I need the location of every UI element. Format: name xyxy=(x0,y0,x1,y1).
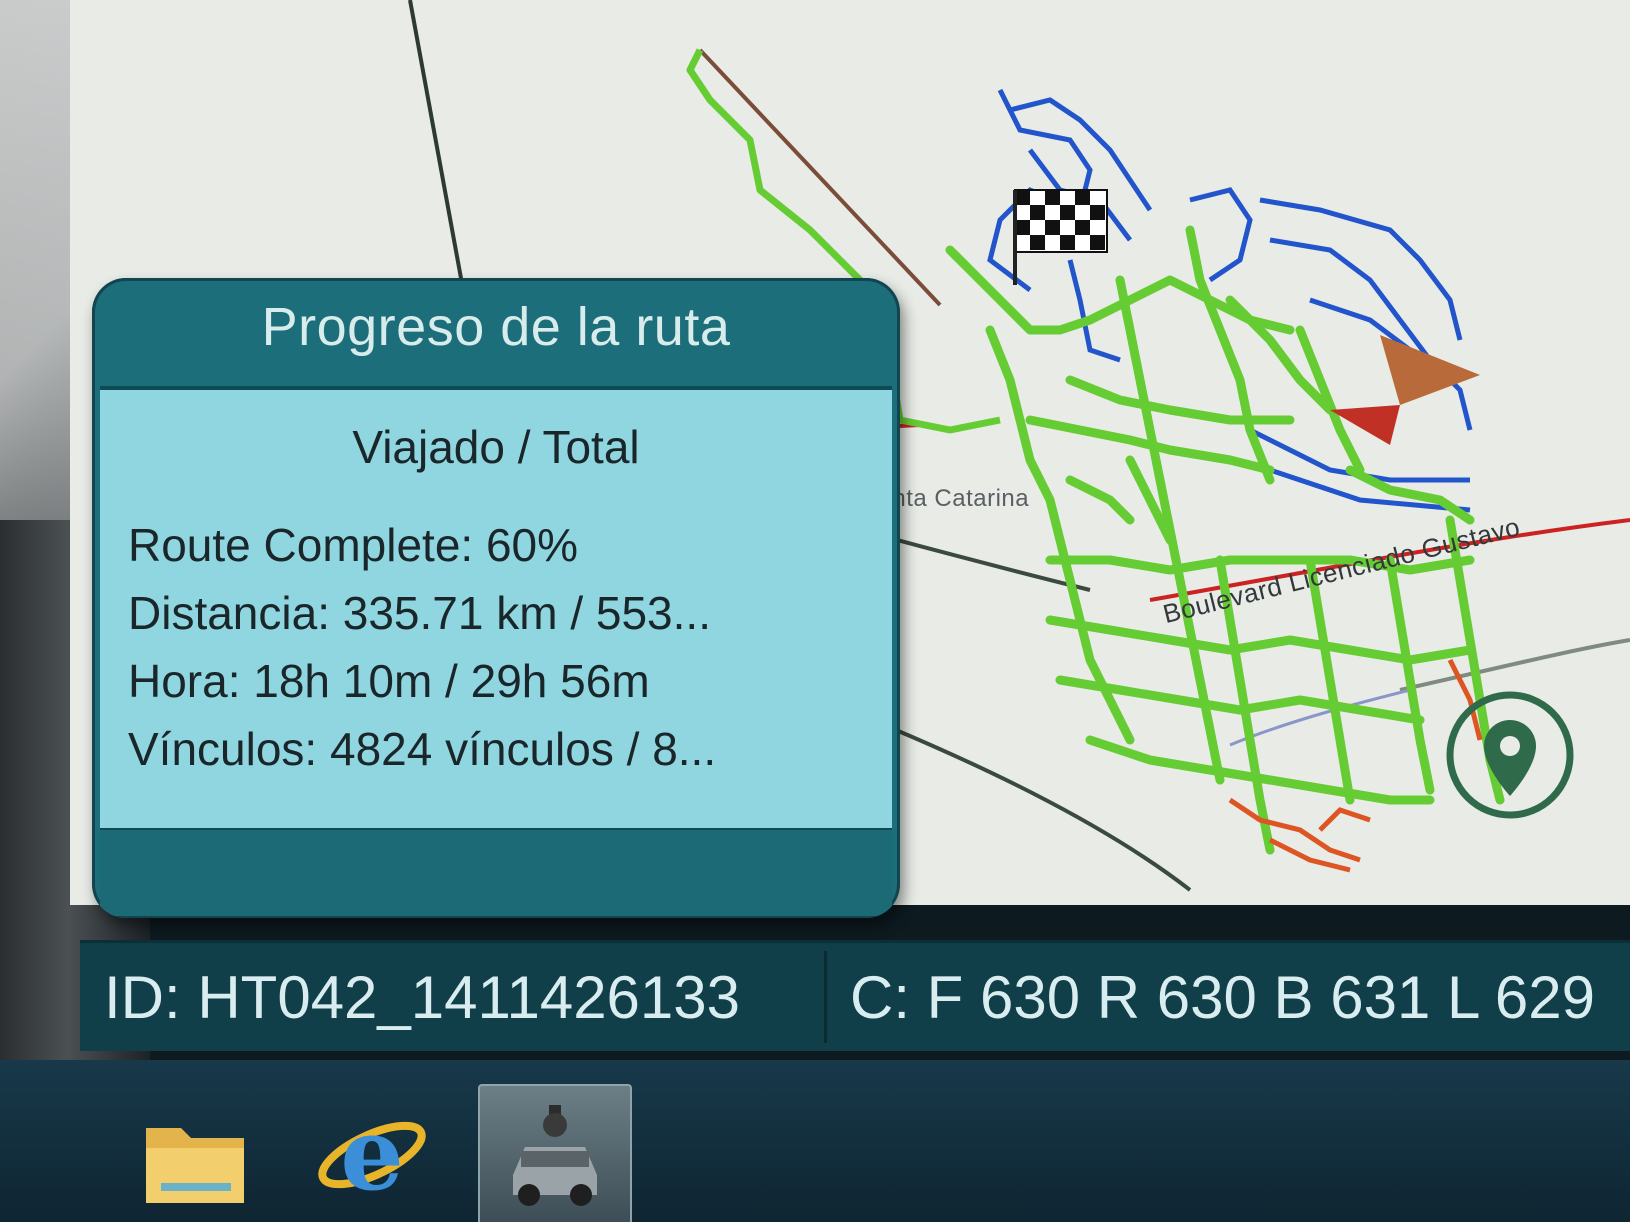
screen: Santa Catarina Boulevard Licenciado Gust… xyxy=(0,0,1630,1222)
checkered-flag-icon[interactable] xyxy=(1013,189,1108,285)
panel-footer xyxy=(100,830,892,916)
file-explorer-icon[interactable] xyxy=(120,1084,270,1222)
panel-body: Viajado / Total Route Complete: 60% Dist… xyxy=(100,386,892,832)
route-complete-row: Route Complete: 60% xyxy=(128,519,579,571)
session-id-label: ID: HT042_1411426133 xyxy=(104,963,741,1031)
taskbar: e xyxy=(0,1060,1630,1222)
status-bar: ID: HT042_1411426133 C: F 630 R 630 B 63… xyxy=(80,940,1630,1051)
panel-title: Progreso de la ruta xyxy=(261,297,731,357)
capture-app-icon[interactable] xyxy=(478,1084,632,1222)
svg-text:e: e xyxy=(340,1095,404,1213)
camera-counts-label: C: F 630 R 630 B 631 L 629 xyxy=(850,963,1595,1031)
internet-explorer-icon[interactable]: e xyxy=(295,1084,445,1222)
map-road xyxy=(698,48,942,307)
links-row: Vínculos: 4824 vínculos / 8... xyxy=(128,723,717,775)
map-road xyxy=(408,0,467,301)
route-progress-panel: Progreso de la ruta Viajado / Total Rout… xyxy=(92,278,900,918)
time-row: Hora: 18h 10m / 29h 56m xyxy=(128,655,650,707)
distance-row: Distancia: 335.71 km / 553... xyxy=(128,587,711,639)
panel-subtitle: Viajado / Total xyxy=(352,421,640,473)
map-road xyxy=(859,713,1192,892)
status-divider xyxy=(824,951,827,1043)
location-pin-button[interactable] xyxy=(1446,691,1574,819)
map-road xyxy=(1399,638,1630,692)
